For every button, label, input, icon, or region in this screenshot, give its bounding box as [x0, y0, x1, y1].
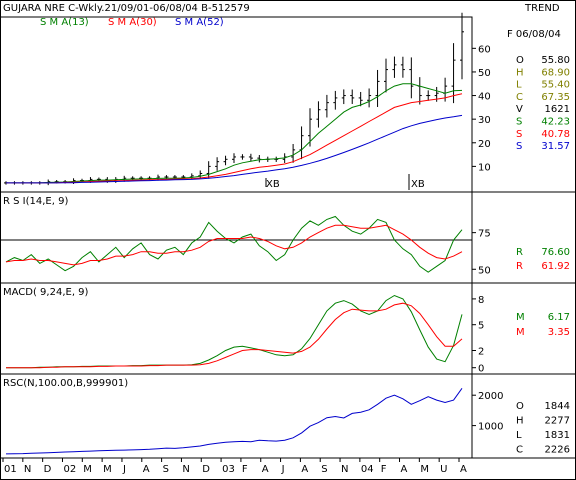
- chart-title: GUJARA NRE C-Wkly.21/09/01-06/08/04 B-51…: [3, 3, 250, 14]
- x-tick-label: A: [460, 464, 467, 475]
- readout-key: O: [516, 401, 524, 412]
- readout-key: L: [516, 80, 522, 91]
- readout-key: H: [516, 67, 524, 78]
- legend-sma52: S M A(52): [175, 17, 224, 28]
- rsc-title: RSC(N,100.00,B,999901): [3, 378, 128, 389]
- date-label: F 06/08/04: [507, 29, 561, 40]
- macd-y-tick-label: 2: [478, 347, 484, 358]
- readout-value: 68.90: [541, 67, 570, 78]
- x-tick-label: A: [301, 464, 308, 475]
- x-tick-label: S: [163, 464, 169, 475]
- readout-key: H: [516, 416, 524, 427]
- readout-value: 61.92: [541, 261, 570, 272]
- readout-value: 55.40: [541, 80, 570, 91]
- readout-value: 2277: [545, 416, 570, 427]
- x-tick-label: S: [321, 464, 327, 475]
- rsc-y-tick-label: 1000: [478, 422, 503, 433]
- x-tick-label: 04: [361, 464, 374, 475]
- readout-value: 76.60: [541, 247, 570, 258]
- x-tick-label: M: [420, 464, 429, 475]
- readout-value: 2226: [545, 445, 570, 456]
- readout-key: R: [516, 247, 523, 258]
- price-y-tick-label: 30: [478, 115, 491, 126]
- x-tick-label: A: [401, 464, 408, 475]
- readout-value: 1831: [545, 430, 570, 441]
- xb-marker-2: XB: [411, 179, 425, 190]
- readout-value: 55.80: [541, 55, 570, 66]
- x-tick-label: A: [143, 464, 150, 475]
- readout-value: 1844: [545, 401, 570, 412]
- x-tick-label: D: [202, 464, 210, 475]
- readout-key: R: [516, 261, 523, 272]
- chart-root: GUJARA NRE C-Wkly.21/09/01-06/08/04 B-51…: [0, 0, 576, 480]
- macd-y-tick-label: 5: [478, 321, 484, 332]
- rsc-y-tick-label: 2000: [478, 391, 503, 402]
- x-tick-label: M: [103, 464, 112, 475]
- x-tick-label: N: [341, 464, 348, 475]
- x-tick-label: D: [44, 464, 52, 475]
- legend-sma30: S M A(30): [108, 17, 157, 28]
- x-tick-label: 01: [4, 464, 17, 475]
- x-tick-label: J: [122, 464, 126, 475]
- x-tick-label: N: [182, 464, 189, 475]
- x-tick-label: M: [83, 464, 92, 475]
- macd-title: MACD( 9,24,E, 9): [3, 287, 89, 298]
- trend-label: TREND: [524, 3, 560, 14]
- readout-key: C: [516, 445, 523, 456]
- readout-value: 6.17: [548, 312, 570, 323]
- price-y-tick-label: 40: [478, 92, 491, 103]
- readout-key: O: [516, 55, 524, 66]
- readout-key: L: [516, 430, 522, 441]
- readout-key: S: [516, 129, 522, 140]
- price-y-tick-label: 50: [478, 68, 491, 79]
- macd-y-tick-label: 8: [478, 295, 484, 306]
- readout-key: M: [516, 312, 525, 323]
- x-tick-label: U: [440, 464, 447, 475]
- x-tick-label: J: [281, 464, 285, 475]
- readout-value: 3.35: [548, 327, 570, 338]
- readout-key: S: [516, 117, 522, 128]
- readout-key: M: [516, 327, 525, 338]
- x-tick-label: N: [24, 464, 31, 475]
- x-tick-label: F: [381, 464, 387, 475]
- readout-value: 40.78: [541, 129, 570, 140]
- readout-value: 67.35: [541, 92, 570, 103]
- rsi-title: R S I(14,E, 9): [3, 196, 68, 207]
- readout-key: S: [516, 141, 522, 152]
- x-tick-label: 03: [222, 464, 235, 475]
- price-y-tick-label: 20: [478, 139, 491, 150]
- readout-value: 42.23: [541, 117, 570, 128]
- price-y-tick-label: 10: [478, 162, 491, 173]
- legend-sma13: S M A(13): [40, 17, 89, 28]
- readout-value: 31.57: [541, 141, 570, 152]
- macd-y-tick-label: 0: [478, 364, 484, 375]
- xb-marker-1: XB: [266, 179, 280, 190]
- readout-key: C: [516, 92, 523, 103]
- readout-key: V: [516, 104, 523, 115]
- x-tick-label: A: [262, 464, 269, 475]
- x-tick-label: F: [242, 464, 248, 475]
- price-y-tick-label: 60: [478, 44, 491, 55]
- x-tick-label: 02: [63, 464, 76, 475]
- rsi-y-tick-label: 50: [478, 265, 491, 276]
- rsi-y-tick-label: 75: [478, 229, 491, 240]
- readout-value: 1621: [545, 104, 570, 115]
